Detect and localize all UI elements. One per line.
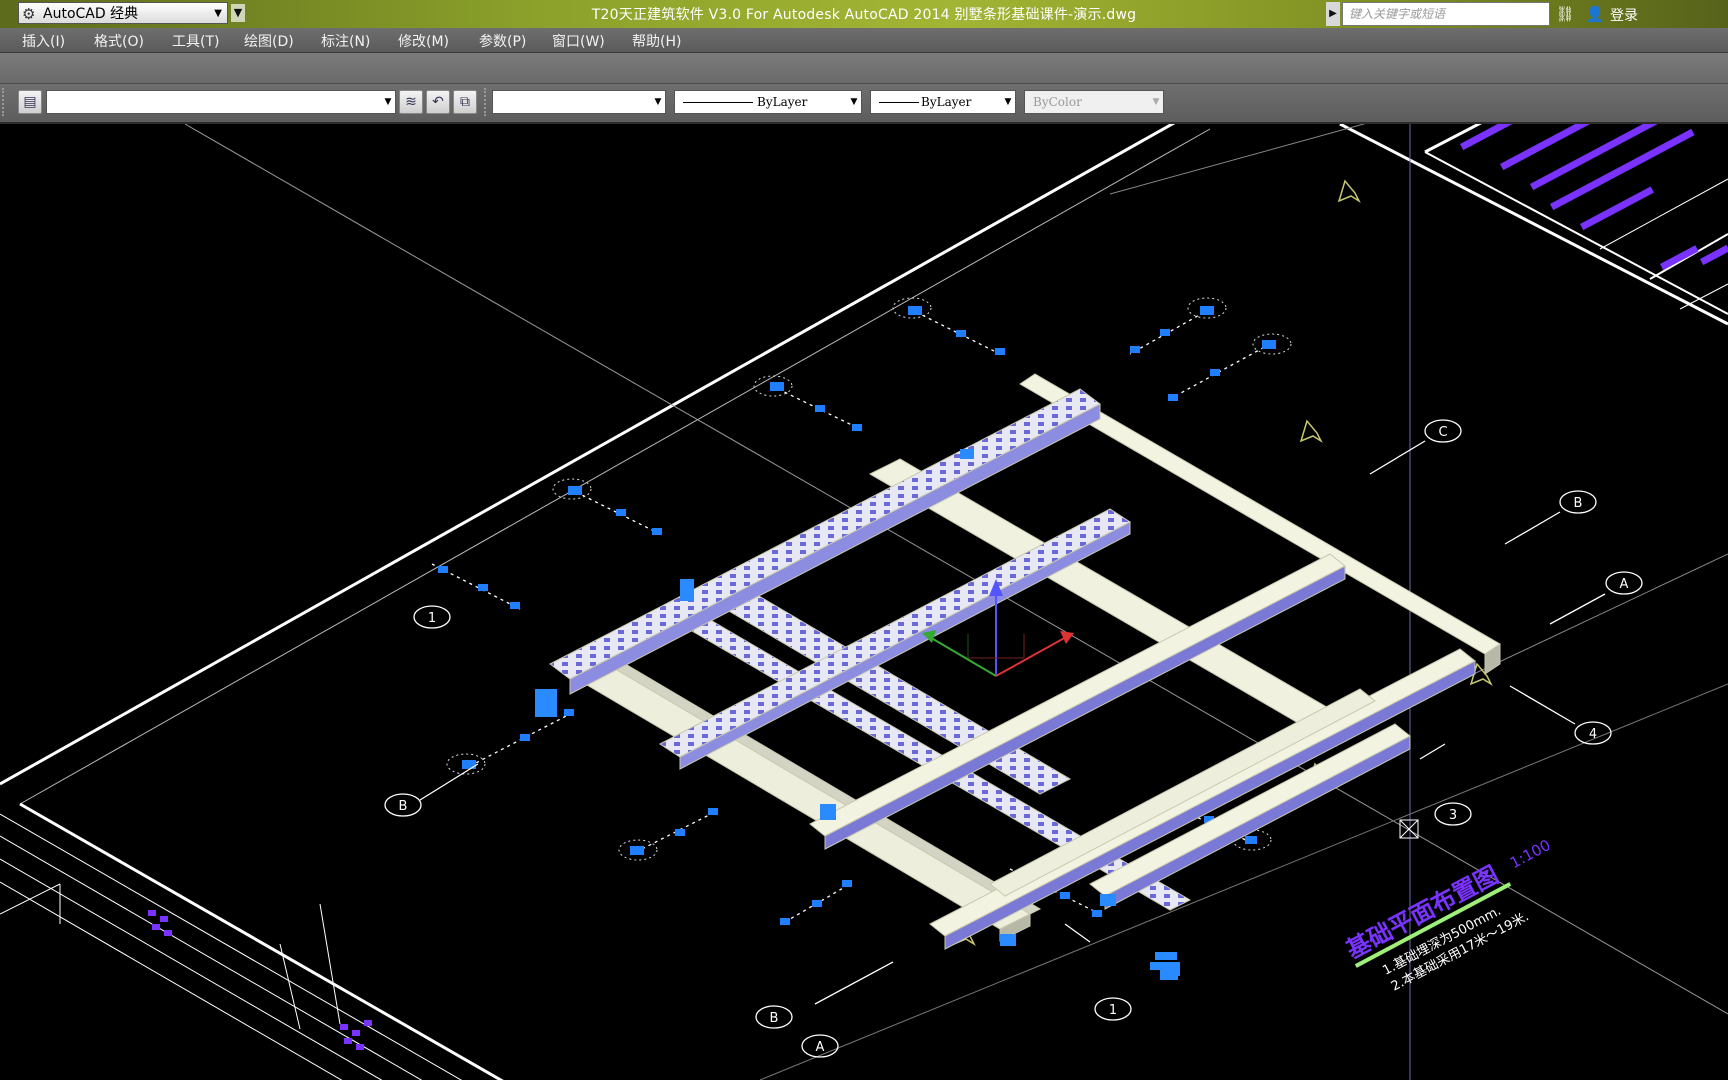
lineweight-sample [879, 102, 919, 103]
menu-window[interactable]: 窗口(W) [552, 31, 605, 51]
axis-label: A [816, 1040, 825, 1055]
lineweight-dropdown[interactable]: ByLayer ▼ [870, 90, 1016, 114]
chevron-down-icon: ▼ [1152, 97, 1160, 107]
login-link[interactable]: 登录 [1610, 5, 1638, 25]
plotstyle-dropdown: ByColor ▼ [1024, 90, 1164, 114]
drawing-canvas[interactable]: C B A 4 3 1 B B A 1 基础平面布置图 1:100 1.基础埋深… [0, 124, 1728, 1080]
toolbar-band-empty [0, 53, 1728, 84]
menu-modify[interactable]: 修改(M) [398, 31, 449, 51]
pile-marker [1150, 952, 1180, 980]
search-input[interactable]: 键入关键字或短语 [1342, 2, 1550, 26]
menu-help[interactable]: 帮助(H) [632, 31, 681, 51]
axis-label: A [1620, 577, 1629, 592]
axis-label: 1 [428, 611, 436, 626]
layer-dropdown[interactable]: ▼ [46, 90, 396, 114]
model-space[interactable]: C B A 4 3 1 B B A 1 基础平面布置图 1:100 1.基础埋深… [0, 124, 1728, 1080]
user-icon[interactable]: 👤 [1584, 3, 1606, 25]
toolbar-grip[interactable] [484, 88, 492, 116]
linetype-dropdown[interactable]: ByLayer ▼ [674, 90, 862, 114]
menu-dimension[interactable]: 标注(N) [321, 31, 370, 51]
properties-toolbar: ▤ ▼ ≋ ↶ ⧉ ▼ ByLayer ▼ ByLayer ▼ ByColor … [0, 84, 1728, 124]
axis-label: C [1438, 425, 1447, 440]
axis-label: B [770, 1011, 779, 1026]
axis-label: 4 [1589, 727, 1597, 742]
layer-manager-icon[interactable]: ▤ [18, 90, 42, 114]
menu-insert[interactable]: 插入(I) [22, 31, 65, 51]
menu-format[interactable]: 格式(O) [94, 31, 144, 51]
chevron-down-icon: ▼ [850, 97, 858, 107]
foundation-3d-model [535, 373, 1501, 980]
sheet-frame [0, 124, 1728, 1080]
table-markers [148, 910, 372, 1050]
axis-label: 1 [1109, 1003, 1117, 1018]
title-bar: ⚙ AutoCAD 经典 ▼ ▼ T20天正建筑软件 V3.0 For Auto… [0, 0, 1728, 28]
toolbar-grip[interactable] [2, 88, 10, 116]
make-current-layer-icon[interactable]: ≋ [399, 90, 423, 114]
linetype-sample [683, 102, 753, 103]
chevron-down-icon: ▼ [384, 97, 392, 107]
menu-bar: 插入(I) 格式(O) 工具(T) 绘图(D) 标注(N) 修改(M) 参数(P… [0, 28, 1728, 53]
axis-label: B [1574, 496, 1583, 511]
axis-label: 3 [1449, 808, 1457, 823]
chevron-down-icon: ▼ [654, 97, 662, 107]
binoculars-icon[interactable]: ⛓ [1554, 3, 1576, 25]
axis-tag-circles [446, 297, 1292, 861]
color-dropdown[interactable]: ▼ [492, 90, 666, 114]
menu-parametric[interactable]: 参数(P) [479, 31, 526, 51]
menu-draw[interactable]: 绘图(D) [244, 31, 294, 51]
title-block-text [1460, 124, 1728, 271]
chevron-down-icon: ▼ [1004, 97, 1012, 107]
plan-title-block: 基础平面布置图 1:100 1.基础埋深为500mm. 2.本基础采用17米～1… [1342, 836, 1554, 995]
expand-search-icon[interactable]: ▶ [1326, 2, 1340, 26]
layer-previous-icon[interactable]: ↶ [426, 90, 450, 114]
layer-state-icon[interactable]: ⧉ [453, 90, 477, 114]
plan-scale: 1:100 [1507, 836, 1554, 872]
menu-tools[interactable]: 工具(T) [172, 31, 219, 51]
axis-label: B [399, 799, 408, 814]
cursor-pickbox [1399, 819, 1419, 839]
